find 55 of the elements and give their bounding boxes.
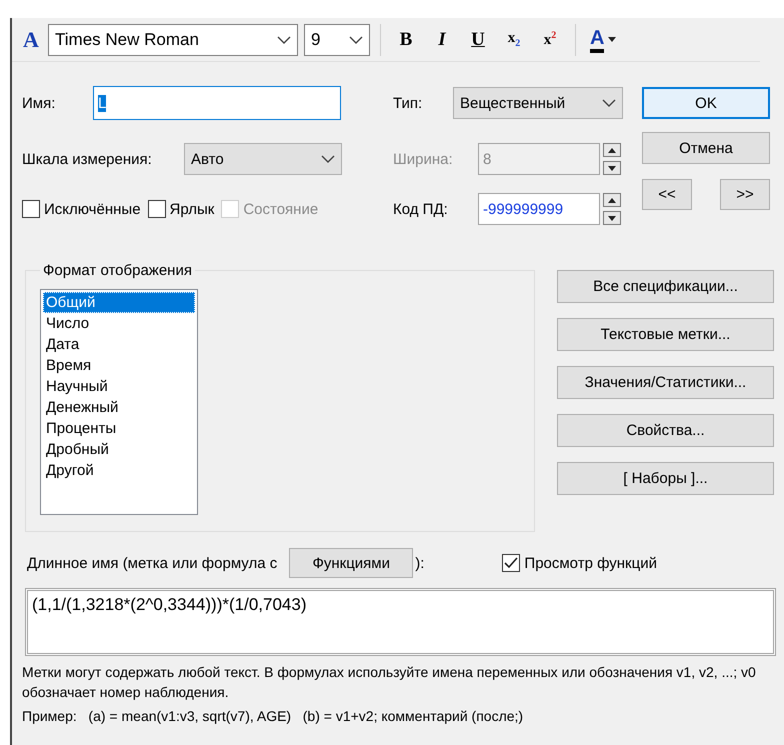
ok-button[interactable]: OK [642, 87, 770, 119]
side-button[interactable]: Свойства... [557, 414, 774, 447]
cancel-button[interactable]: Отмена [642, 132, 770, 164]
format-item[interactable]: Число [43, 313, 195, 334]
format-item[interactable]: Другой [43, 460, 195, 481]
size-select[interactable]: 9 [304, 24, 370, 56]
type-label: Тип: [393, 94, 422, 112]
missing-code-label: Код ПД: [393, 200, 448, 218]
checkbox[interactable]: Исключённые [22, 200, 141, 218]
chevron-down-icon [349, 36, 363, 44]
format-item[interactable]: Дата [43, 334, 195, 355]
help-text: Метки могут содержать любой текст. В формулах используйте имена переменных или обозначения v1, v2, ...; v0 обозначает номер наблюдения. [22, 663, 757, 702]
side-button[interactable]: Все спецификации... [557, 270, 774, 303]
checkmark-icon [504, 557, 518, 569]
spinner-icon[interactable] [603, 193, 621, 225]
functions-button[interactable]: Функциями [289, 548, 414, 578]
name-label: Имя: [22, 94, 56, 112]
width-label: Ширина: [393, 150, 453, 168]
format-item[interactable]: Проценты [43, 418, 195, 439]
scale-select[interactable]: Авто [184, 143, 342, 175]
chevron-down-icon [602, 99, 616, 107]
format-title: Формат отображения [42, 262, 193, 279]
type-select[interactable]: Вещественный [453, 87, 623, 119]
format-item[interactable]: Время [43, 355, 195, 376]
font-icon[interactable]: A [20, 26, 42, 52]
side-button[interactable]: [ Наборы ]... [557, 462, 774, 495]
format-item[interactable]: Общий [43, 292, 195, 313]
font-select[interactable]: Times New Roman [48, 24, 298, 56]
format-item[interactable]: Денежный [43, 397, 195, 418]
long-name-field[interactable]: (1,1/(1,3218*(2^0,3344)))*(1/0,7043) [25, 588, 776, 656]
long-name-label: Длинное имя (метка или формула с [27, 554, 278, 572]
font-color-button[interactable]: A [586, 22, 620, 56]
name-field[interactable]: L [93, 86, 341, 120]
missing-code-field[interactable]: -999999999 [478, 193, 600, 225]
subscript-button[interactable]: x$_{2}$ [499, 24, 529, 56]
previous-button[interactable]: << [642, 178, 692, 210]
format-list[interactable]: Общий Число Дата Время Научный Денежный Проценты Дробный Другой [40, 289, 198, 515]
format-item[interactable]: Дробный [43, 439, 195, 460]
italic-button[interactable]: I [427, 24, 457, 56]
next-button[interactable]: >> [720, 178, 770, 210]
side-button[interactable]: Текстовые метки... [557, 318, 774, 351]
scale-label: Шкала измерения: [22, 150, 152, 168]
checkbox[interactable]: Просмотр функций [502, 554, 657, 572]
caret-icon [608, 37, 616, 42]
example-text: Пример: (a) = mean(v1:v3, sqrt(v7), AGE) (b) = v1+v2; комментарий (после;) [22, 708, 524, 724]
long-name-label-end: ): [415, 554, 424, 572]
underline-button[interactable]: U [463, 24, 493, 56]
checkbox[interactable]: Ярлык [148, 200, 214, 218]
chevron-down-icon [277, 36, 291, 44]
bold-button[interactable]: B [391, 24, 421, 56]
superscript-button[interactable]: x$^{2}$ [535, 24, 565, 56]
format-item[interactable]: Научный [43, 376, 195, 397]
spinner-icon[interactable] [603, 143, 621, 175]
side-button[interactable]: Значения/Статистики... [557, 366, 774, 399]
chevron-down-icon [321, 155, 335, 163]
